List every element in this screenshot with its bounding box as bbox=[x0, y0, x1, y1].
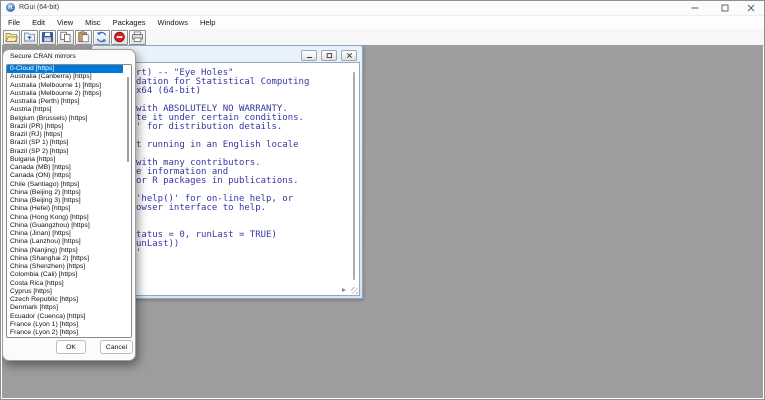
mirror-list-item[interactable]: Canada (MB) [https] bbox=[7, 164, 123, 172]
close-icon bbox=[346, 52, 352, 59]
mirror-list-item[interactable]: China (Beijing 2) [https] bbox=[7, 189, 123, 197]
mirror-list-item[interactable]: China (Shenzhen) [https] bbox=[7, 263, 123, 271]
menu-item-edit[interactable]: Edit bbox=[26, 18, 51, 27]
copy-and-paste-icon bbox=[96, 31, 107, 43]
open-script-button[interactable] bbox=[3, 29, 20, 45]
load-workspace-icon bbox=[24, 32, 35, 42]
maximize-icon bbox=[721, 4, 729, 11]
save-workspace-icon bbox=[42, 32, 53, 42]
mirror-list-item[interactable]: Brazil (SP 1) [https] bbox=[7, 139, 123, 147]
mirror-list-item[interactable]: Brazil (SP 2) [https] bbox=[7, 148, 123, 156]
restore-icon bbox=[326, 53, 332, 59]
mirror-list-item[interactable]: Costa Rica [https] bbox=[7, 280, 123, 288]
minimize-icon bbox=[691, 7, 699, 8]
mirror-list-item[interactable]: France (Lyon 1) [https] bbox=[7, 321, 123, 329]
console-line: unLast)) bbox=[136, 239, 180, 249]
menu-item-packages[interactable]: Packages bbox=[107, 18, 152, 27]
load-workspace-button[interactable] bbox=[21, 29, 38, 45]
mirror-list-item[interactable]: Czech Republic [https] bbox=[7, 296, 123, 304]
console-line: owser interface to help. bbox=[136, 203, 267, 213]
menu-item-view[interactable]: View bbox=[51, 18, 79, 27]
ok-button[interactable]: OK bbox=[56, 340, 86, 354]
mirror-list-item[interactable]: China (Guangzhou) [https] bbox=[7, 222, 123, 230]
minimize-icon bbox=[306, 57, 312, 58]
console-restore-button[interactable] bbox=[321, 50, 337, 61]
menu-item-file[interactable]: File bbox=[2, 18, 26, 27]
open-script-icon bbox=[5, 33, 18, 42]
mdi-area: rt) -- "Eye Holes" dation for Statistical… bbox=[2, 45, 763, 398]
mirror-list-item[interactable]: China (Jinan) [https] bbox=[7, 230, 123, 238]
mirror-list-item[interactable]: Ecuador (Cuenca) [https] bbox=[7, 313, 123, 321]
menu-item-misc[interactable]: Misc bbox=[79, 18, 106, 27]
mirror-list-item[interactable]: Colombia (Cali) [https] bbox=[7, 271, 123, 279]
toolbar bbox=[1, 29, 764, 46]
stop-computation-icon bbox=[114, 31, 125, 43]
console-line: ' for distribution details. bbox=[136, 122, 283, 132]
mirror-list-item[interactable]: Australia (Canberra) [https] bbox=[7, 73, 123, 81]
mirror-list-item[interactable]: China (Lanzhou) [https] bbox=[7, 238, 123, 246]
console-line: or R packages in publications. bbox=[136, 176, 299, 186]
mirror-list-item[interactable]: France (Lyon 2) [https] bbox=[7, 329, 123, 337]
mirror-list-item[interactable]: Canada (ON) [https] bbox=[7, 172, 123, 180]
menu-item-help[interactable]: Help bbox=[194, 18, 221, 27]
window-minimize-button[interactable] bbox=[684, 1, 706, 14]
mirror-list-item[interactable]: Australia (Melbourne 2) [https] bbox=[7, 90, 123, 98]
mirror-list-item[interactable]: China (Nanjing) [https] bbox=[7, 247, 123, 255]
rgui-logo-icon: R bbox=[6, 3, 15, 12]
mirror-list-item[interactable]: Brazil (RJ) [https] bbox=[7, 131, 123, 139]
console-line: ' bbox=[136, 248, 142, 258]
paste-button[interactable] bbox=[75, 29, 92, 45]
paste-icon bbox=[78, 31, 89, 43]
mirror-list-item[interactable]: Cyprus [https] bbox=[7, 288, 123, 296]
menu-bar: File Edit View Misc Packages Windows Help bbox=[1, 16, 764, 29]
mirror-list-item[interactable]: Bulgaria [https] bbox=[7, 156, 123, 164]
console-minimize-button[interactable] bbox=[301, 50, 317, 61]
print-button[interactable] bbox=[129, 29, 146, 45]
mirror-list-item[interactable]: Brazil (PR) [https] bbox=[7, 123, 123, 131]
window-titlebar[interactable]: R RGui (64-bit) bbox=[1, 1, 764, 16]
menu-item-windows[interactable]: Windows bbox=[152, 18, 194, 27]
save-workspace-button[interactable] bbox=[39, 29, 56, 45]
copy-and-paste-button[interactable] bbox=[93, 29, 110, 45]
mirror-list-item[interactable]: China (Hefei) [https] bbox=[7, 205, 123, 213]
mirror-list-item[interactable]: Australia (Melbourne 1) [https] bbox=[7, 82, 123, 90]
rgui-window: R RGui (64-bit) File Edit View Misc Packages… bbox=[0, 0, 765, 400]
console-close-button[interactable] bbox=[341, 50, 357, 61]
mirror-listbox: 0-Cloud [https] Australia (Canberra) [htt… bbox=[6, 64, 132, 338]
mirror-list-item[interactable]: Chile (Santiago) [https] bbox=[7, 181, 123, 189]
stop-computation-button[interactable] bbox=[111, 29, 128, 45]
mirror-list-item[interactable]: China (Beijing 3) [https] bbox=[7, 197, 123, 205]
resize-grip[interactable] bbox=[351, 287, 358, 294]
console-line: t running in an English locale bbox=[136, 140, 299, 150]
mirror-list-item[interactable]: Austria [https] bbox=[7, 106, 123, 114]
close-icon bbox=[747, 4, 755, 11]
console-line: x64 (64-bit) bbox=[136, 86, 202, 96]
mirror-list-item[interactable]: Australia (Perth) [https] bbox=[7, 98, 123, 106]
cran-mirrors-dialog: Secure CRAN mirrors 0-Cloud [https] Austr… bbox=[2, 49, 136, 361]
copy-icon bbox=[60, 31, 71, 42]
scroll-right-arrow-icon[interactable] bbox=[342, 288, 346, 292]
window-title: RGui (64-bit) bbox=[19, 3, 60, 11]
window-close-button[interactable] bbox=[740, 1, 762, 14]
mirror-list-item[interactable]: Denmark [https] bbox=[7, 304, 123, 312]
mirror-list-item[interactable]: 0-Cloud [https] bbox=[7, 65, 123, 74]
copy-button[interactable] bbox=[57, 29, 74, 45]
window-maximize-button[interactable] bbox=[714, 1, 736, 14]
cancel-button[interactable]: Cancel bbox=[100, 340, 133, 354]
mirror-list-item[interactable]: China (Hong Kong) [https] bbox=[7, 214, 123, 222]
mirror-list-item[interactable]: Belgium (Brussels) [https] bbox=[7, 115, 123, 123]
dialog-title: Secure CRAN mirrors bbox=[10, 53, 76, 60]
print-icon bbox=[132, 31, 143, 42]
mirror-list-item[interactable]: China (Shanghai 2) [https] bbox=[7, 255, 123, 263]
console-vertical-scrollbar[interactable] bbox=[353, 72, 355, 280]
listbox-scrollbar[interactable] bbox=[126, 77, 129, 162]
